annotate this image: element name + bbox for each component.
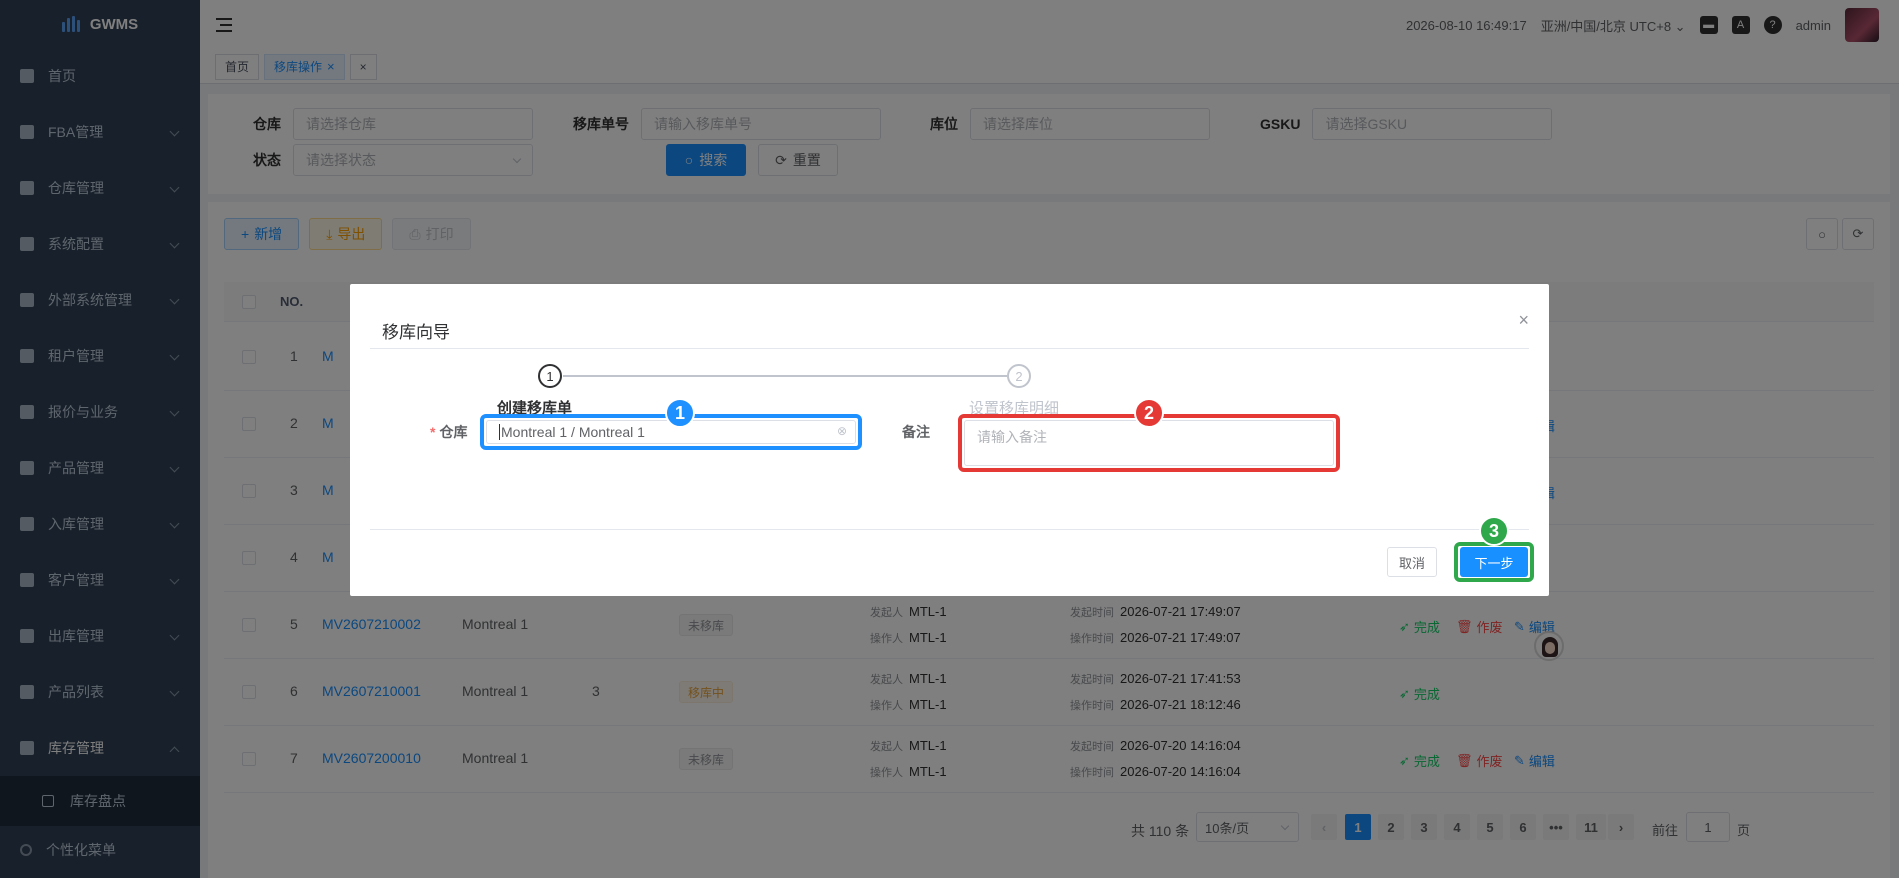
annotation-badge-2: 2 xyxy=(1134,398,1164,428)
remark-field-label: 备注 xyxy=(902,424,930,440)
divider xyxy=(370,348,1529,349)
annotation-badge-3: 3 xyxy=(1479,516,1509,546)
close-icon[interactable]: × xyxy=(1518,310,1529,331)
step-2-indicator: 2 xyxy=(1007,364,1031,388)
step-line xyxy=(563,375,1007,377)
dialog-title: 移库向导 xyxy=(382,323,450,342)
warehouse-field-label: * 仓库 xyxy=(430,424,468,440)
annotation-badge-1: 1 xyxy=(665,398,695,428)
next-step-button[interactable]: 下一步 xyxy=(1460,547,1528,577)
transfer-wizard-dialog: 移库向导 × 1 2 创建移库单 设置移库明细 * 仓库 Montreal 1 … xyxy=(350,284,1549,596)
required-mark: * xyxy=(430,424,436,440)
step-1-indicator: 1 xyxy=(538,364,562,388)
clear-icon[interactable]: ⊗ xyxy=(837,424,847,438)
cancel-button[interactable]: 取消 xyxy=(1387,547,1437,577)
divider xyxy=(370,529,1529,530)
